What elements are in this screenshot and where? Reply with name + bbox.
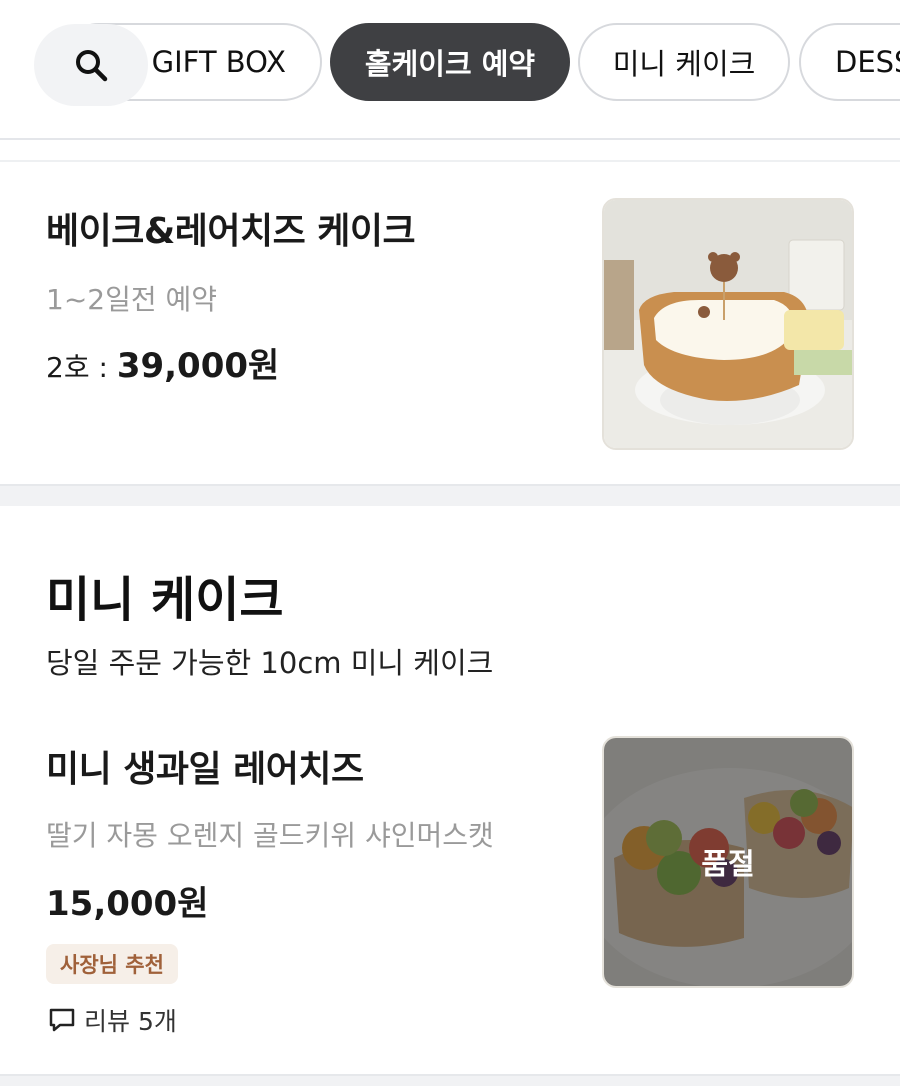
recommend-badge: 사장님 추천 (46, 944, 178, 984)
review-count[interactable]: 리뷰 5개 (48, 1002, 177, 1038)
search-icon (76, 50, 108, 82)
category-chip-whole-cake[interactable]: 홀케이크 예약 (330, 23, 570, 101)
item-photo (602, 198, 854, 450)
category-chip-mini-cake[interactable]: 미니 케이크 (578, 23, 790, 101)
category-chip-dessert[interactable]: DESSERT (799, 23, 900, 101)
section-divider (0, 1074, 900, 1086)
item-price: 15,000원 (46, 884, 209, 924)
item-title: 베이크&레어치즈 케이크 (46, 211, 416, 252)
comment-icon (49, 1008, 75, 1032)
review-label: 리뷰 5개 (84, 1007, 177, 1036)
item-title: 미니 생과일 레어치즈 (46, 749, 364, 790)
item-subtitle: 1~2일전 예약 (46, 283, 218, 316)
section-title: 미니 케이크 (46, 572, 284, 628)
section-divider (0, 484, 900, 506)
section-description: 당일 주문 가능한 10cm 미니 케이크 (46, 646, 494, 680)
search-button[interactable] (34, 24, 148, 106)
item-price: 2호 : 39,000원 (46, 346, 280, 386)
soldout-overlay: 품절 (604, 738, 852, 986)
soldout-label: 품절 (701, 847, 755, 881)
cheesecake-photo-icon (604, 200, 852, 448)
item-subtitle: 딸기 자몽 오렌지 골드키위 샤인머스캣 (46, 819, 494, 852)
category-bar: GIFT BOX 홀케이크 예약 미니 케이크 DESSERT (0, 0, 900, 140)
item-photo: 품절 (602, 736, 854, 988)
menu-item-bake-rare-cheese[interactable]: 베이크&레어치즈 케이크 1~2일전 예약 2호 : 39,000원 (0, 162, 900, 484)
